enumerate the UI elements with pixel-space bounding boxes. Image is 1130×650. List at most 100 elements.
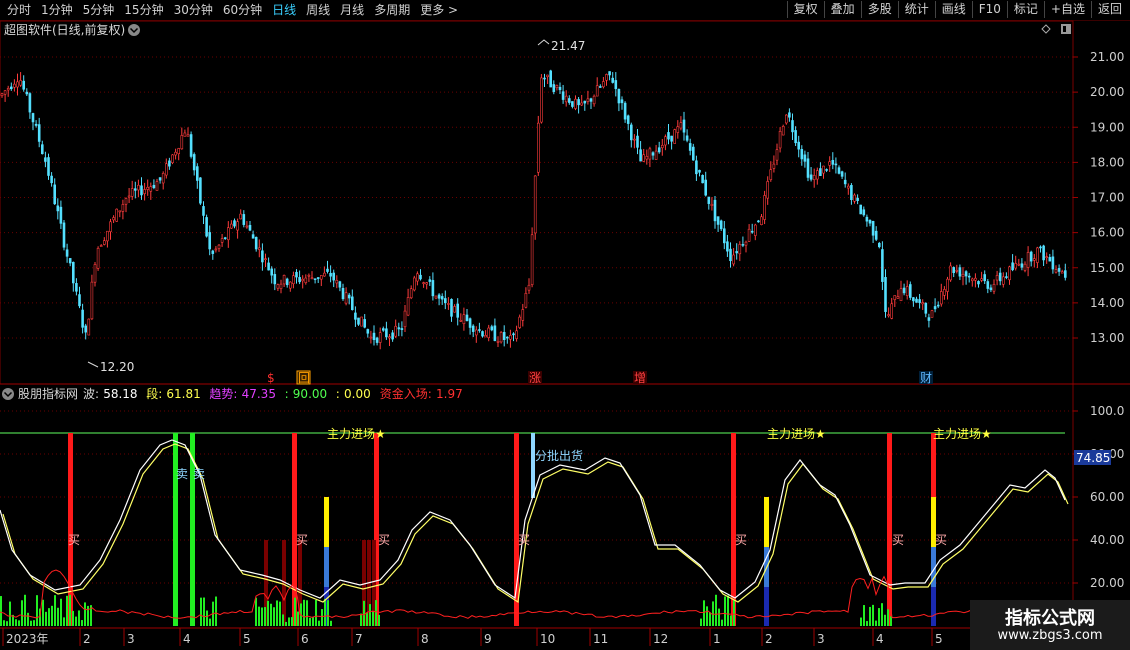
date-label: 12 — [653, 632, 668, 646]
candle-body — [112, 217, 115, 221]
candle-body — [1042, 245, 1045, 261]
candle-body — [825, 169, 828, 171]
candle-body — [270, 268, 274, 276]
readout-label: : — [285, 387, 289, 401]
volume-bar-green — [297, 611, 299, 626]
date-label: 6 — [301, 632, 309, 646]
candle-body — [288, 281, 292, 289]
volume-bar-green — [36, 595, 38, 626]
event-marker-buyback[interactable]: 回 — [296, 370, 311, 385]
volume-bar-green — [279, 601, 281, 626]
candle-body — [431, 280, 435, 297]
volume-bar-green — [203, 597, 205, 626]
candle-body — [521, 309, 525, 321]
sell-label: 卖 — [176, 467, 188, 481]
volume-bar-green — [51, 605, 53, 626]
candle-body — [59, 206, 63, 224]
volume-bar-green — [330, 620, 332, 626]
candle-body — [874, 230, 878, 240]
candle-body — [338, 281, 342, 288]
candle-body — [952, 267, 956, 274]
candle-body — [772, 163, 776, 169]
candle-body — [626, 115, 630, 124]
candle-body — [171, 154, 174, 164]
window-toggle-icon[interactable] — [1061, 24, 1071, 34]
candle-body — [713, 199, 717, 222]
candle-body — [958, 267, 962, 277]
candle-body — [747, 228, 751, 242]
candle-body — [955, 269, 959, 272]
candle-body — [1020, 263, 1024, 268]
volume-bar-green — [881, 603, 883, 626]
diamond-icon[interactable] — [1041, 24, 1051, 34]
candle-body — [459, 320, 463, 322]
candle-body — [977, 281, 980, 285]
volume-bar-green — [306, 600, 308, 626]
candle-body — [202, 206, 205, 216]
candle-body — [267, 262, 270, 271]
candle-body — [918, 299, 921, 303]
event-marker-increase[interactable]: 增 — [633, 371, 647, 385]
date-label: 10 — [540, 632, 555, 646]
candle-body — [391, 332, 394, 340]
candle-body — [279, 283, 283, 289]
candle-body — [118, 210, 122, 213]
candle-body — [577, 99, 580, 106]
candle-body — [316, 277, 320, 279]
candle-body — [174, 151, 177, 156]
indicator-readouts: 波: 58.18 段: 61.81 趋势: 47.35:90.00:0.00 资金入场: 1.… — [83, 386, 463, 401]
candle-body — [809, 174, 813, 180]
price-tick-label: 14.00 — [1090, 296, 1124, 310]
candle-body — [422, 282, 425, 284]
readout-label: 波: — [83, 387, 99, 401]
date-label: 4 — [876, 632, 884, 646]
readout-value: 90.00 — [293, 387, 327, 401]
candle-body — [372, 332, 376, 341]
candle-body — [329, 272, 332, 277]
volume-bar-green — [0, 596, 2, 626]
date-label: 9 — [484, 632, 492, 646]
candle-body — [186, 134, 190, 137]
candle-body — [679, 122, 683, 129]
price-tick-label: 18.00 — [1090, 155, 1124, 169]
svg-text:$: $ — [267, 371, 275, 385]
volume-bar-green — [200, 597, 202, 626]
volume-bar-green — [872, 604, 874, 626]
candle-body — [701, 175, 704, 184]
candle-body — [623, 102, 627, 120]
candle-body — [1057, 268, 1061, 272]
candle-body — [986, 281, 990, 289]
candle-body — [757, 220, 760, 223]
readout-label: 资金入场: — [380, 386, 432, 401]
volume-bar-green — [709, 612, 711, 626]
low-label: 12.20 — [100, 360, 134, 374]
chevron-down-icon[interactable] — [128, 24, 140, 36]
event-marker-dividend[interactable]: $ — [267, 371, 275, 385]
svg-text:回: 回 — [298, 371, 310, 385]
candle-body — [707, 196, 711, 204]
candle-body — [812, 175, 816, 180]
candle-body — [428, 279, 432, 282]
candle-body — [905, 286, 909, 296]
volume-bar-green — [378, 614, 380, 626]
candle-body — [354, 312, 357, 320]
candle-body — [127, 195, 131, 198]
event-marker-financial[interactable]: 财 — [919, 371, 933, 385]
volume-bar-green — [285, 621, 287, 626]
candle-body — [794, 130, 797, 144]
event-marker-limit-up[interactable]: 涨 — [528, 370, 542, 385]
candle-body — [642, 154, 646, 162]
chevron-down-icon[interactable] — [2, 388, 14, 400]
volume-bar-green — [72, 610, 74, 626]
readout-label: 段: — [146, 386, 162, 401]
indicator-axis: 100.080.0060.0040.0020.00 — [1073, 404, 1124, 590]
candle-body — [248, 224, 252, 231]
candle-body — [949, 265, 952, 281]
candle-body — [887, 314, 890, 317]
volume-bar-green — [78, 610, 80, 626]
candle-body — [946, 278, 949, 292]
candle-body — [552, 84, 556, 92]
candle-body — [837, 167, 841, 174]
candle-body — [738, 244, 742, 255]
candle-body — [862, 209, 866, 216]
